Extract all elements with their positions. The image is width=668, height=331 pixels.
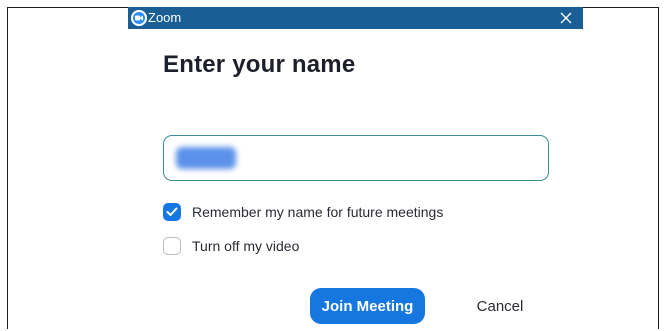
zoom-dialog-window: Zoom Enter your name Remember my name fo…: [128, 7, 583, 331]
title-bar[interactable]: Zoom: [128, 7, 583, 29]
join-meeting-button[interactable]: Join Meeting: [310, 288, 425, 324]
obscured-name-value: [176, 147, 236, 169]
zoom-logo-icon: [131, 10, 147, 26]
close-icon[interactable]: [559, 11, 573, 25]
turn-off-video-option[interactable]: Turn off my video: [163, 236, 299, 256]
remember-name-option[interactable]: Remember my name for future meetings: [163, 202, 443, 222]
window-title: Zoom: [148, 10, 182, 25]
remember-name-label: Remember my name for future meetings: [192, 204, 444, 220]
name-input[interactable]: [163, 135, 549, 181]
turn-off-video-checkbox[interactable]: [163, 237, 181, 255]
page-title: Enter your name: [163, 51, 356, 78]
remember-name-checkbox[interactable]: [163, 203, 181, 221]
turn-off-video-label: Turn off my video: [192, 238, 300, 254]
cancel-button[interactable]: Cancel: [465, 288, 535, 324]
